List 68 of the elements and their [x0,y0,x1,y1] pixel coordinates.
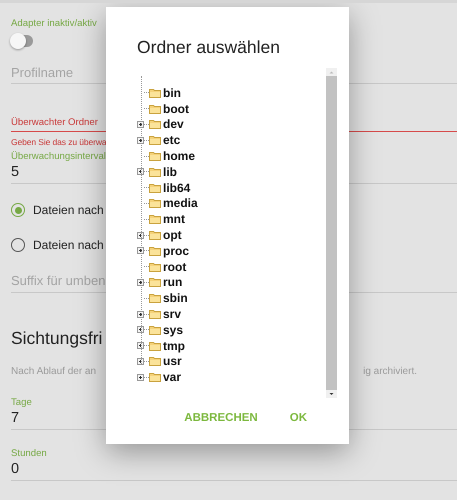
expand-icon[interactable] [137,374,144,381]
radio-button[interactable] [11,203,25,217]
tree-item[interactable]: run [163,275,182,290]
folder-icon [149,182,161,193]
folder-icon [149,166,161,177]
folder-icon [149,246,161,256]
folder-icon [149,198,161,208]
tree-item[interactable]: mnt [163,212,185,226]
folder-icon [149,230,161,240]
tree-item[interactable]: opt [163,228,182,242]
radio-label: Dateien nach [33,203,104,217]
tree-item[interactable]: tmp [163,338,185,353]
expand-icon[interactable] [137,310,144,318]
toggle-label: Adapter inaktiv/aktiv [11,18,97,29]
folder-icon [149,135,161,146]
tree-item[interactable]: root [163,260,186,274]
folder-icon [149,214,161,224]
tree-item[interactable]: proc [163,244,190,258]
input-field[interactable]: 7 [11,410,20,426]
section-title: Sichtungsfri [11,328,102,349]
tree-item[interactable]: usr [163,354,182,368]
input-field[interactable]: 5 [11,164,20,180]
field-label: Überwachungsinterval [11,151,106,162]
tree-item[interactable]: sbin [163,291,188,306]
description-text: ig archiviert. [363,366,417,377]
folder-icon [149,119,161,130]
folder-icon [149,324,161,335]
expand-icon[interactable] [137,358,144,365]
tree-item[interactable]: lib [163,164,177,179]
tree-item[interactable]: boot [163,102,189,116]
expand-icon[interactable] [137,136,144,144]
expand-icon[interactable] [137,232,144,239]
folder-icon [149,262,161,272]
folder-icon [149,277,161,288]
dialog-title: Ordner auswählen [137,37,281,58]
expand-icon[interactable] [137,168,144,176]
folder-icon [149,104,161,114]
folder-icon [149,356,161,366]
field-label: Stunden [11,448,47,459]
tree-item[interactable]: srv [163,307,182,322]
input-field[interactable]: 0 [11,461,20,477]
folder-icon [149,372,161,382]
folder-icon [149,88,161,98]
scrollbar[interactable] [326,68,337,398]
expand-icon[interactable] [137,278,144,286]
expand-icon[interactable] [137,247,144,254]
field-label: Überwachter Ordner [11,117,98,128]
error-hint: Geben Sie das zu überwa [11,137,107,147]
expand-icon[interactable] [137,342,144,350]
tree-item[interactable]: home [163,149,196,164]
tree-item[interactable]: var [163,370,182,384]
radio-button[interactable] [11,238,25,252]
folder-icon [149,309,161,320]
expand-icon[interactable] [137,326,144,334]
tree-item[interactable]: sys [163,322,184,337]
folder-icon [149,340,161,351]
folder-icon [149,151,161,162]
tree-item[interactable]: lib64 [163,180,190,195]
toggle-switch[interactable] [13,35,33,47]
tree-item[interactable]: media [163,196,198,210]
tree-item[interactable]: etc [163,133,180,148]
radio-label: Dateien nach [33,238,104,252]
tree-item[interactable]: bin [163,86,181,100]
description-text: Nach Ablauf der an [11,366,96,377]
tree-item[interactable]: dev [163,117,184,132]
field-label: Tage [11,397,32,408]
folder-icon [149,293,161,304]
expand-icon[interactable] [137,120,144,128]
